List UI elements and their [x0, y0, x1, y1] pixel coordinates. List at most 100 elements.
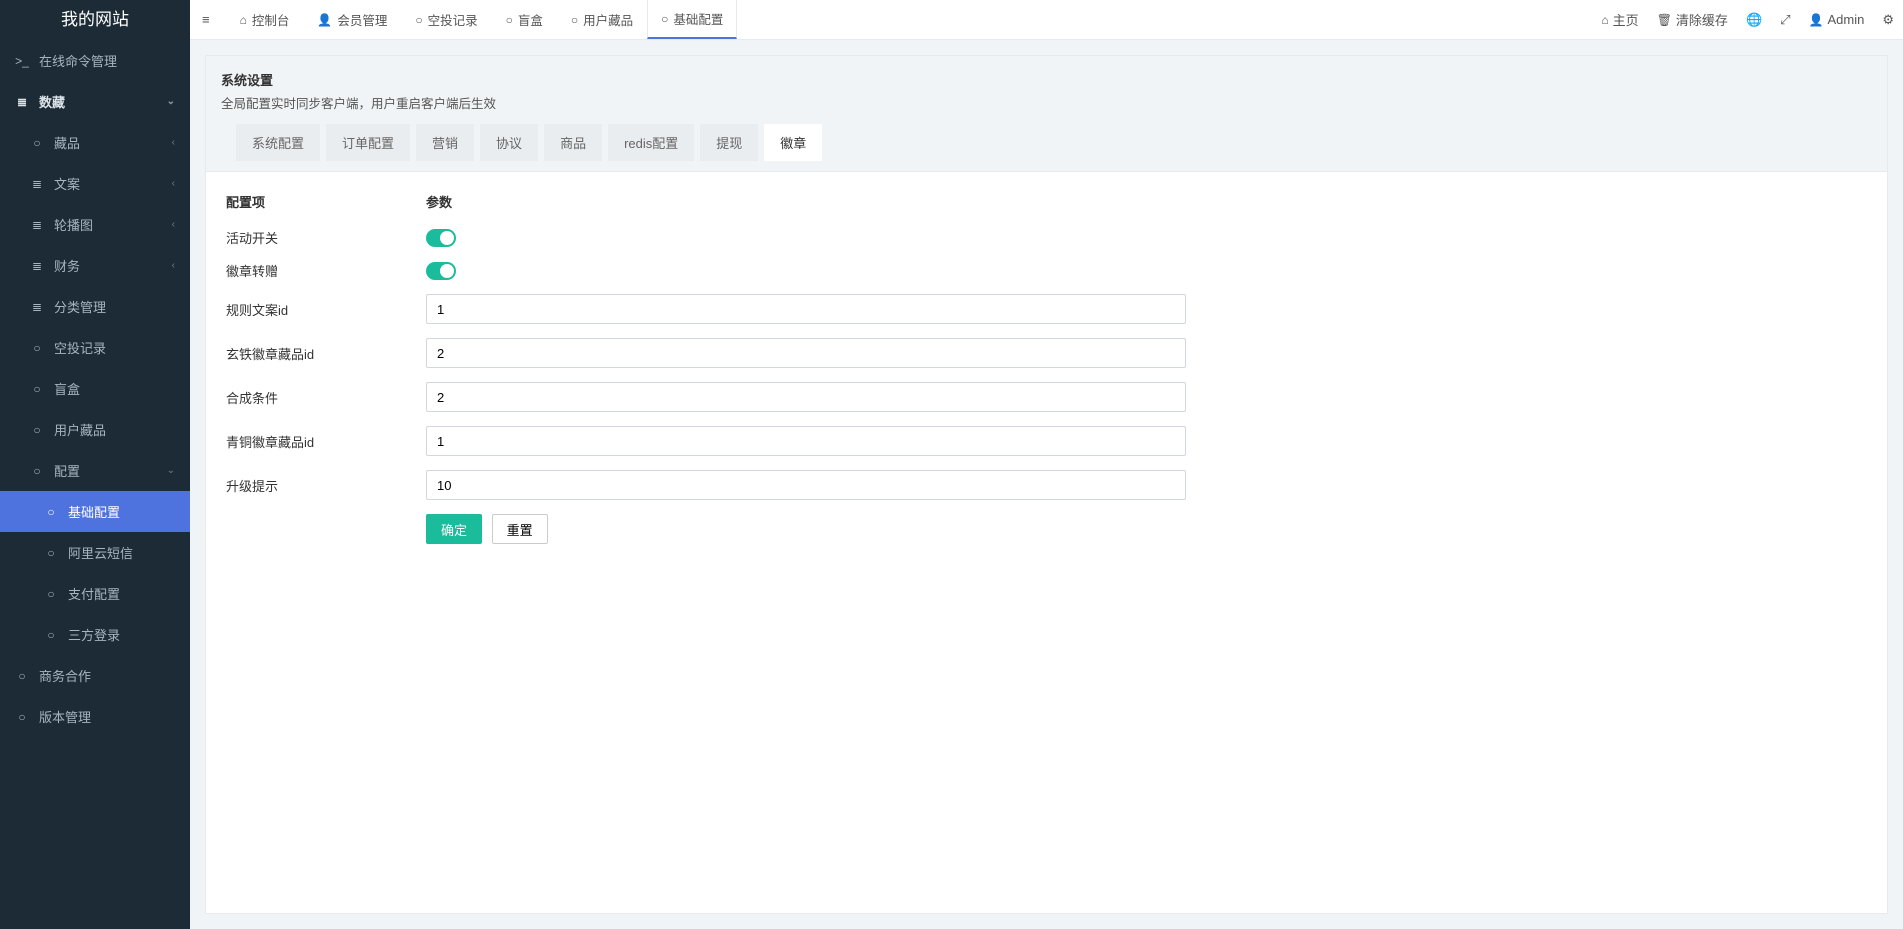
sidebar-item-label: 用户藏品 [54, 420, 106, 439]
sidebar-item-label: 轮播图 [54, 215, 93, 234]
config-tab[interactable]: 商品 [544, 124, 602, 161]
list-icon: ≣ [30, 177, 44, 191]
toggle-switch[interactable] [426, 229, 456, 247]
trash-icon: 🗑 [1657, 13, 1672, 27]
sidebar-item-payment[interactable]: ○ 支付配置 [0, 573, 190, 614]
config-tab[interactable]: 提现 [700, 124, 758, 161]
text-input[interactable] [426, 382, 1186, 412]
top-tab[interactable]: ⌂控制台 [226, 0, 304, 39]
sidebar-group-shucang[interactable]: ≣ 数藏 ⌄ [0, 81, 190, 122]
sidebar-item-version[interactable]: ○ 版本管理 [0, 696, 190, 737]
tab-label: 盲盒 [518, 10, 543, 29]
sidebar-item-config[interactable]: ○ 配置 ⌄ [0, 450, 190, 491]
text-input[interactable] [426, 294, 1186, 324]
form-control-cell [426, 221, 1867, 254]
config-tab[interactable]: 徽章 [764, 124, 822, 161]
toggle-sidebar-button[interactable]: ≡ [190, 0, 222, 39]
submit-button[interactable]: 确定 [426, 514, 482, 544]
form-area: 配置项 参数 活动开关徽章转赠规则文案id玄铁徽章藏品id合成条件青铜徽章藏品i… [206, 172, 1887, 913]
circle-icon: ○ [30, 341, 44, 355]
sidebar-item-copywriting[interactable]: ≣ 文案 ‹ [0, 163, 190, 204]
sidebar-item-label: 文案 [54, 174, 80, 193]
top-tab[interactable]: ○ 盲盒 [492, 0, 557, 39]
top-tab[interactable]: 👤会员管理 [303, 0, 401, 39]
terminal-icon: >_ [15, 54, 29, 68]
tab-icon: 👤 [317, 13, 332, 27]
chevron-down-icon: ⌄ [167, 96, 175, 107]
form-control-cell [426, 254, 1867, 287]
sidebar-item-airdrop[interactable]: ○ 空投记录 [0, 327, 190, 368]
sidebar-item-label: 在线命令管理 [39, 51, 117, 70]
sidebar-item-basicconfig[interactable]: ○ 基础配置 [0, 491, 190, 532]
form-control-cell [426, 375, 1867, 419]
sidebar: 我的网站 >_ 在线命令管理 ≣ 数藏 ⌄ [0, 0, 190, 929]
brand-title: 我的网站 [0, 0, 190, 40]
sidebar-item-carousel[interactable]: ≣ 轮播图 ‹ [0, 204, 190, 245]
tab-icon: ○ [506, 13, 513, 27]
home-icon: ⌂ [1601, 13, 1608, 27]
language-button[interactable]: 🌐 [1737, 0, 1771, 39]
form-row: 合成条件 [226, 375, 1867, 419]
form-row: 活动开关 [226, 221, 1867, 254]
clear-cache-button[interactable]: 🗑 清除缓存 [1648, 0, 1737, 39]
circle-icon: ○ [15, 710, 29, 724]
top-tab[interactable]: ○ 基础配置 [647, 0, 737, 39]
list-icon: ≣ [30, 259, 44, 273]
sidebar-item-label: 配置 [54, 461, 80, 480]
form-label: 徽章转赠 [226, 254, 426, 287]
tab-label: 控制台 [252, 10, 290, 29]
config-tab[interactable]: 订单配置 [326, 124, 410, 161]
config-tab[interactable]: redis配置 [608, 124, 694, 161]
panel-head: 系统设置 全局配置实时同步客户端，用户重启客户端后生效 系统配置订单配置营销协议… [206, 56, 1887, 172]
expand-icon: ⤢ [1780, 12, 1790, 28]
admin-menu[interactable]: 👤 Admin [1800, 0, 1874, 39]
sidebar-item-collection[interactable]: ○ 藏品 ‹ [0, 122, 190, 163]
text-input[interactable] [426, 426, 1186, 456]
sidebar-item-usercollection[interactable]: ○ 用户藏品 [0, 409, 190, 450]
config-tab[interactable]: 系统配置 [236, 124, 320, 161]
top-btn-label: 主页 [1613, 10, 1639, 29]
sidebar-item-label: 盲盒 [54, 379, 80, 398]
home-button[interactable]: ⌂ 主页 [1592, 0, 1647, 39]
sidebar-item-label: 阿里云短信 [68, 543, 133, 562]
sidebar-item-blindbox[interactable]: ○ 盲盒 [0, 368, 190, 409]
chevron-left-icon: ‹ [172, 178, 175, 189]
panel-subtitle: 全局配置实时同步客户端，用户重启客户端后生效 [221, 93, 1872, 112]
sidebar-item-thirdlogin[interactable]: ○ 三方登录 [0, 614, 190, 655]
text-input[interactable] [426, 470, 1186, 500]
form-row: 青铜徽章藏品id [226, 419, 1867, 463]
fullscreen-button[interactable]: ⤢ [1771, 0, 1799, 39]
sidebar-item-biz[interactable]: ○ 商务合作 [0, 655, 190, 696]
tab-icon: ○ [571, 13, 578, 27]
top-tab[interactable]: ○用户藏品 [557, 0, 647, 39]
chevron-left-icon: ‹ [172, 219, 175, 230]
chevron-down-icon: ⌄ [167, 465, 175, 476]
sidebar-item-label: 基础配置 [68, 502, 120, 521]
reset-button[interactable]: 重置 [492, 514, 548, 544]
toggle-switch[interactable] [426, 262, 456, 280]
form-row: 规则文案id [226, 287, 1867, 331]
top-tab[interactable]: ○空投记录 [401, 0, 491, 39]
gear-icon: ⚙ [1882, 12, 1894, 28]
sidebar-item-label: 分类管理 [54, 297, 106, 316]
sidebar-menu: >_ 在线命令管理 ≣ 数藏 ⌄ ○ 藏品 ‹ [0, 40, 190, 929]
tab-icon: ○ [415, 13, 422, 27]
tab-icon: ○ [661, 12, 668, 26]
sidebar-item-label: 版本管理 [39, 707, 91, 726]
text-input[interactable] [426, 338, 1186, 368]
circle-icon: ○ [44, 587, 58, 601]
sidebar-item-cmd[interactable]: >_ 在线命令管理 [0, 40, 190, 81]
user-icon: 👤 [1809, 13, 1824, 27]
sidebar-item-category[interactable]: ≣ 分类管理 [0, 286, 190, 327]
config-tab[interactable]: 营销 [416, 124, 474, 161]
sidebar-item-finance[interactable]: ≣ 财务 ‹ [0, 245, 190, 286]
config-tabs: 系统配置订单配置营销协议商品redis配置提现徽章 [221, 124, 1872, 161]
sidebar-item-aliyun-sms[interactable]: ○ 阿里云短信 [0, 532, 190, 573]
list-icon: ≣ [30, 300, 44, 314]
form-header-key: 配置项 [226, 184, 426, 221]
tab-label: 基础配置 [673, 9, 723, 28]
form-row: 徽章转赠 [226, 254, 1867, 287]
list-icon: ≣ [15, 95, 29, 109]
config-tab[interactable]: 协议 [480, 124, 538, 161]
settings-button[interactable]: ⚙ [1873, 0, 1903, 39]
